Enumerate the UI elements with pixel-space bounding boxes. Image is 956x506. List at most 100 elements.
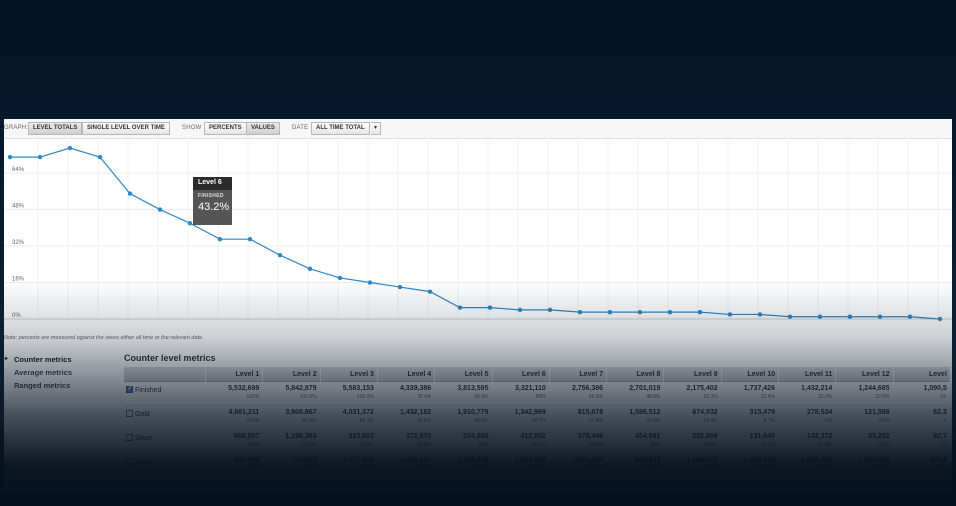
data-point[interactable] bbox=[607, 309, 613, 315]
table-cell: 1,432,182 30.6% bbox=[377, 409, 434, 424]
table-row: Silver 668,507 100% 1,198,363 179.3% 523,653 7… bbox=[124, 430, 950, 454]
cell-value: 2,701,019 bbox=[629, 385, 661, 392]
data-point[interactable] bbox=[877, 314, 883, 319]
column-header[interactable]: Level 3 bbox=[319, 367, 377, 382]
series-checkbox[interactable] bbox=[126, 384, 133, 393]
cell-value: 1,586,512 bbox=[629, 409, 661, 416]
data-point[interactable] bbox=[97, 154, 103, 160]
data-point[interactable] bbox=[697, 309, 703, 315]
cell-value: 674,032 bbox=[692, 409, 718, 416]
data-point[interactable] bbox=[667, 309, 673, 315]
column-header[interactable]: Level 1 bbox=[205, 367, 262, 382]
data-point[interactable] bbox=[337, 275, 343, 281]
data-point[interactable] bbox=[397, 284, 403, 290]
column-header[interactable]: Level 5 bbox=[434, 367, 491, 382]
cell-percent: 191.8% bbox=[815, 466, 833, 472]
table-cell: 1,342,969 28.7% bbox=[492, 409, 549, 424]
cell-percent: 33.9% bbox=[646, 418, 661, 424]
cell-percent: 48.8% bbox=[646, 394, 661, 400]
table-cell: 315,479 6.7% bbox=[721, 409, 778, 424]
cell-value: 3,321,110 bbox=[515, 385, 546, 392]
column-header[interactable]: Level 2 bbox=[262, 367, 319, 382]
cell-percent: 49.8% bbox=[588, 394, 604, 400]
data-point[interactable] bbox=[637, 309, 643, 315]
table-cell: 1,432,214 25.9% bbox=[778, 385, 835, 400]
data-point[interactable] bbox=[907, 314, 913, 319]
cell-value: 35,282 bbox=[868, 433, 890, 440]
table-row: Gold 4,681,211 100% 3,900,867 83.3% 4,031,372… bbox=[124, 406, 950, 430]
cell-percent: 12 bbox=[941, 442, 947, 448]
data-point[interactable] bbox=[487, 305, 493, 310]
percents-button[interactable]: PERCENTS bbox=[204, 122, 247, 135]
cell-percent: 6.7% bbox=[763, 418, 775, 424]
data-point[interactable] bbox=[787, 314, 793, 319]
table-row: Finished5,532,699100%5,842,879105.6%5,58… bbox=[124, 382, 950, 406]
cell-value: 1,737,426 bbox=[743, 385, 775, 392]
data-point[interactable] bbox=[247, 237, 253, 242]
cell-percent: 6% bbox=[825, 418, 833, 424]
data-point[interactable] bbox=[427, 289, 433, 294]
data-point[interactable] bbox=[517, 307, 523, 313]
cell-value: 1,554,284 bbox=[571, 457, 604, 464]
data-point[interactable] bbox=[157, 207, 163, 212]
data-point[interactable] bbox=[127, 191, 133, 196]
cell-percent: 100% bbox=[246, 394, 260, 400]
cell-value: 5,583,153 bbox=[342, 385, 374, 392]
column-header[interactable]: Level bbox=[892, 367, 950, 382]
cell-value: 3,813,595 bbox=[457, 385, 489, 392]
single-level-over-time-button[interactable]: SINGLE LEVEL OVER TIME bbox=[82, 122, 170, 135]
series-line bbox=[10, 147, 941, 320]
column-header[interactable]: Level 6 bbox=[491, 367, 549, 382]
series-checkbox[interactable] bbox=[126, 434, 133, 441]
data-point[interactable] bbox=[937, 316, 943, 322]
data-point[interactable] bbox=[457, 305, 463, 310]
data-point[interactable] bbox=[217, 237, 223, 242]
cell-percent: 181 bbox=[938, 466, 947, 472]
table-cell: 1,344,236 256.1% bbox=[434, 457, 491, 472]
sidebar-item-label: Ranged metrics bbox=[14, 381, 71, 390]
column-header[interactable]: Level 12 bbox=[835, 367, 892, 382]
series-checkbox[interactable] bbox=[126, 458, 133, 465]
table-cell: 372,970 55.8% bbox=[377, 433, 434, 448]
data-point[interactable] bbox=[367, 280, 373, 285]
table-cell: 1,586,512 33.9% bbox=[606, 409, 663, 424]
data-point[interactable] bbox=[187, 221, 193, 226]
show-label: SHOW bbox=[182, 125, 202, 131]
data-point[interactable] bbox=[757, 312, 763, 317]
data-point[interactable] bbox=[817, 314, 823, 319]
data-point[interactable] bbox=[727, 312, 733, 317]
cell-percent: 1. bbox=[942, 418, 947, 424]
sidebar-item-average-metrics[interactable]: Average metrics bbox=[4, 368, 122, 381]
data-point[interactable] bbox=[577, 309, 583, 315]
sidebar-item-label: Counter metrics bbox=[14, 355, 72, 364]
table-row: Bronze 524,799 100% 770,882 146.9% 1,017,803 1… bbox=[124, 454, 950, 478]
column-header[interactable]: Level 9 bbox=[663, 367, 720, 382]
cell-value: 1,344,236 bbox=[457, 457, 489, 464]
data-point[interactable] bbox=[7, 154, 13, 160]
date-label: DATE bbox=[292, 125, 309, 131]
row-label: Silver bbox=[126, 434, 153, 442]
level-totals-button[interactable]: LEVEL TOTALS bbox=[28, 122, 83, 135]
values-button[interactable]: VALUES bbox=[246, 122, 280, 135]
date-select[interactable]: ALL TIME TOTAL bbox=[311, 122, 370, 135]
column-header[interactable]: Level 8 bbox=[606, 367, 663, 382]
table-cell: 2,480,157 472.6% bbox=[377, 457, 434, 472]
data-point[interactable] bbox=[547, 307, 553, 313]
cell-value: 4,031,372 bbox=[342, 409, 374, 416]
sidebar-item-ranged-metrics[interactable]: Ranged metrics bbox=[4, 381, 122, 394]
table-title: Counter level metrics bbox=[124, 353, 216, 363]
chevron-down-icon[interactable]: ▾ bbox=[371, 122, 381, 135]
column-header[interactable]: Level 4 bbox=[376, 367, 434, 382]
table-cell: 131,645 19.7% bbox=[721, 433, 778, 448]
data-point[interactable] bbox=[67, 145, 73, 151]
data-point[interactable] bbox=[307, 266, 313, 272]
column-header[interactable]: Level 10 bbox=[720, 367, 778, 382]
data-point[interactable] bbox=[37, 154, 43, 160]
series-checkbox[interactable] bbox=[126, 410, 133, 417]
column-header[interactable]: Level 7 bbox=[548, 367, 606, 382]
column-header[interactable]: Level 11 bbox=[778, 367, 835, 382]
sidebar-item-counter-metrics[interactable]: ▸ Counter metrics bbox=[4, 355, 122, 368]
data-point[interactable] bbox=[847, 314, 853, 319]
data-point[interactable] bbox=[277, 252, 283, 258]
graph-label: GRAPH: bbox=[4, 125, 29, 131]
